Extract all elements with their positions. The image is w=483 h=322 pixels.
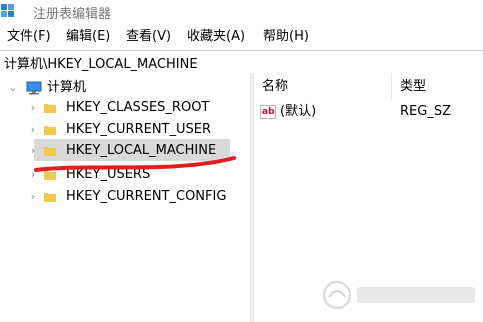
tree-label: HKEY_CLASSES_ROOT: [66, 100, 210, 115]
tree-item-hkey-users[interactable]: › HKEY_USERS: [0, 164, 240, 186]
folder-icon: [44, 104, 56, 113]
computer-icon: [26, 81, 42, 95]
value-name: (默认): [280, 104, 317, 119]
address-path[interactable]: 计算机\HKEY_LOCAL_MACHINE: [4, 53, 198, 72]
menu-file[interactable]: 文件(F): [7, 27, 51, 47]
menu-favorites[interactable]: 收藏夹(A): [187, 27, 245, 47]
folder-icon: [44, 147, 56, 156]
folder-icon: [44, 171, 56, 180]
chevron-right-icon[interactable]: ›: [28, 186, 38, 208]
chevron-right-icon[interactable]: ›: [28, 140, 38, 162]
chevron-right-icon[interactable]: ›: [28, 119, 38, 141]
menu-view[interactable]: 查看(V): [126, 27, 171, 47]
column-header-type[interactable]: 类型: [392, 73, 483, 100]
tree-label: HKEY_CURRENT_CONFIG: [66, 189, 227, 204]
menu-help[interactable]: 帮助(H): [263, 27, 309, 47]
tree-item-hkey-current-user[interactable]: › HKEY_CURRENT_USER: [0, 119, 240, 141]
address-bar[interactable]: 计算机\HKEY_LOCAL_MACHINE: [0, 50, 483, 74]
chevron-right-icon[interactable]: ›: [28, 164, 38, 186]
list-item[interactable]: ab (默认) REG_SZ: [254, 101, 483, 123]
folder-icon: [44, 193, 56, 202]
chevron-right-icon[interactable]: ›: [28, 97, 38, 119]
tree-label-selected: HKEY_LOCAL_MACHINE: [66, 143, 217, 158]
title-bar: 注册表编辑器: [0, 0, 483, 24]
tree-label: HKEY_CURRENT_USER: [66, 122, 212, 137]
tree-item-computer[interactable]: ⌄ 计算机: [0, 77, 240, 99]
chevron-down-icon[interactable]: ⌄: [8, 77, 18, 99]
tree-item-hkey-current-config[interactable]: › HKEY_CURRENT_CONFIG: [0, 186, 240, 208]
tree-item-hkey-classes-root[interactable]: › HKEY_CLASSES_ROOT: [0, 97, 240, 119]
column-header-name[interactable]: 名称: [254, 73, 392, 100]
folder-icon: [44, 126, 56, 135]
string-value-icon: ab: [260, 105, 276, 119]
value-type: REG_SZ: [400, 104, 451, 119]
window-title: 注册表编辑器: [33, 7, 112, 22]
tree-item-hkey-local-machine[interactable]: › HKEY_LOCAL_MACHINE: [0, 140, 240, 162]
registry-editor-icon: [1, 4, 14, 17]
tree-label: HKEY_USERS: [66, 167, 151, 182]
menu-bar: 文件(F) 编辑(E) 查看(V) 收藏夹(A) 帮助(H): [0, 27, 483, 47]
tree-label-computer: 计算机: [47, 80, 87, 95]
watermark-logo: [323, 281, 475, 309]
menu-edit[interactable]: 编辑(E): [66, 27, 110, 47]
